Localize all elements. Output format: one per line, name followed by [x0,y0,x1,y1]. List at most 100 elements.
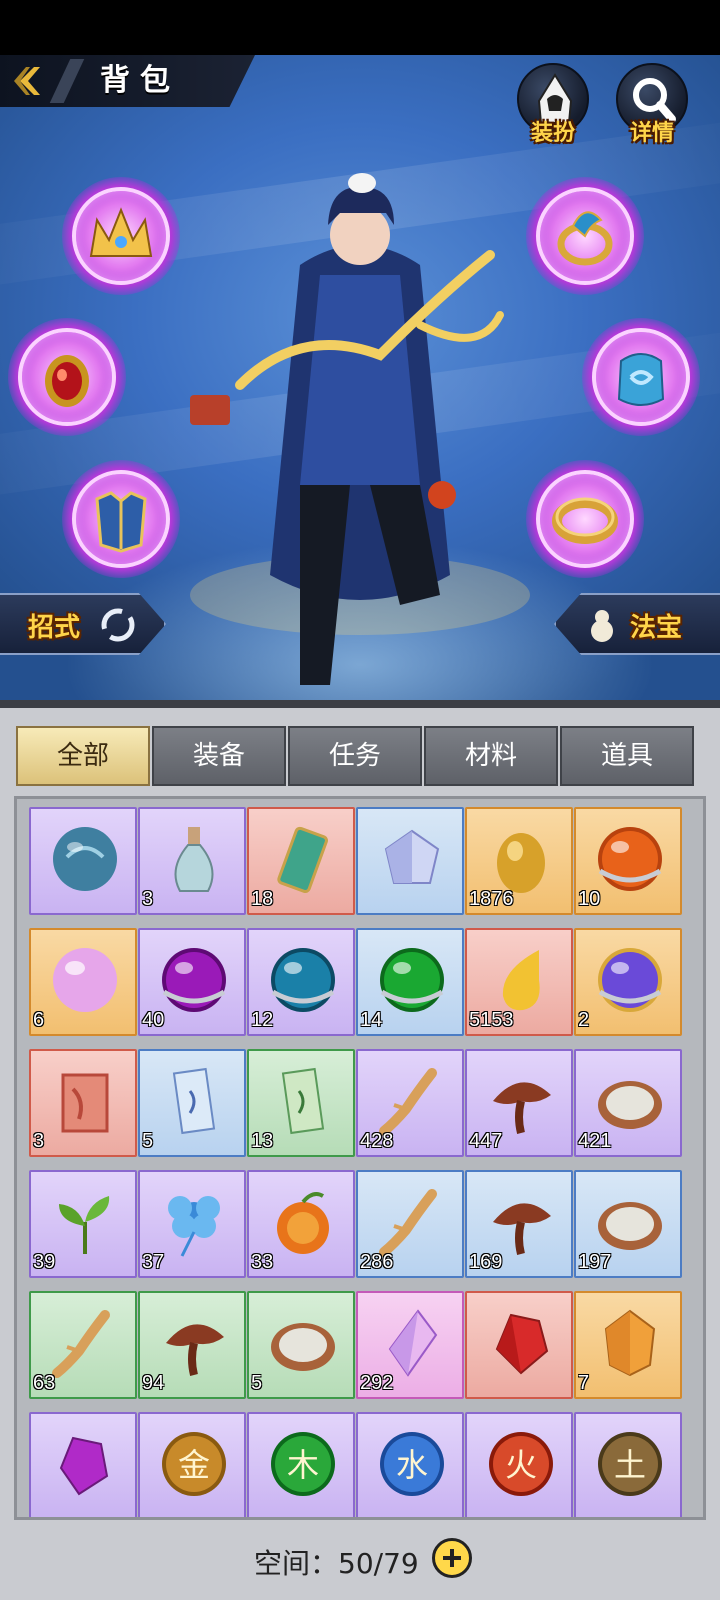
red-banner-icon [61,1073,109,1133]
blue-jade-pendant-icon [617,353,665,406]
inventory-panel: 全部 装备 任务 材料 道具 3 18 1876 10 6 40 12 14 5153 2 3 5 13… [0,700,720,1600]
inventory-item[interactable]: 37 [138,1170,246,1278]
inventory-item[interactable]: 3 [138,807,246,915]
back-button[interactable] [10,63,46,99]
inventory-item[interactable] [29,807,137,915]
equip-slot-armor[interactable] [62,460,180,578]
inventory-item[interactable] [29,1412,137,1517]
inventory-item[interactable]: 39 [29,1170,137,1278]
inventory-item[interactable]: 94 [138,1291,246,1399]
inventory-item[interactable]: 197 [574,1170,682,1278]
equip-slot-amulet[interactable] [8,318,126,436]
inventory-item[interactable]: 18 [247,807,355,915]
tab-materials[interactable]: 材料 [424,726,558,786]
equip-slot-ring[interactable] [526,177,644,295]
tab-all[interactable]: 全部 [16,726,150,786]
expand-capacity-button[interactable] [432,1538,472,1578]
armor-icon [95,491,147,553]
gold-flame-drop-icon [502,950,540,1011]
item-count: 5153 [469,1009,514,1031]
equip-slot-bracelet[interactable] [526,460,644,578]
character-display: 背包 装扮 详情 招式 法宝 [0,55,720,700]
inventory-item[interactable] [465,1291,573,1399]
green-talisman-icon [281,1067,325,1135]
page-title: 背包 [100,63,180,98]
inventory-item[interactable]: 169 [465,1170,573,1278]
inventory-item[interactable]: 33 [247,1170,355,1278]
cosmic-orb-icon [598,948,662,1012]
metal-element-orb-icon: 金 [162,1432,226,1496]
pink-pearl-icon [53,948,117,1012]
item-count: 13 [251,1130,274,1152]
blue-flower-icon [168,1196,220,1257]
item-grid: 3 18 1876 10 6 40 12 14 5153 2 3 5 13 428 447 421 39 37 33… [14,796,706,1520]
inventory-item[interactable]: 13 [247,1049,355,1157]
inventory-item[interactable]: 木 [247,1412,355,1517]
item-count: 33 [251,1251,274,1273]
tab-items[interactable]: 道具 [560,726,694,786]
inventory-item[interactable]: 1876 [465,807,573,915]
item-count: 197 [578,1251,612,1273]
item-count: 18 [251,888,274,910]
tab-equipment[interactable]: 装备 [152,726,286,786]
bag-capacity-value: 50/79 [338,1547,419,1580]
ginseng-root-icon [379,1068,437,1136]
rice-bowl-icon [598,1081,662,1129]
element-glyph: 木 [287,1446,319,1484]
item-count: 3 [33,1130,45,1152]
inventory-item[interactable]: 14 [356,928,464,1036]
teal-orb-icon [271,948,335,1012]
item-count: 3 [142,888,154,910]
inventory-item[interactable]: 火 [465,1412,573,1517]
blue-talisman-icon [172,1067,216,1135]
inventory-item[interactable]: 6 [29,928,137,1036]
costume-button-label: 装扮 [530,121,575,146]
lingzhi-mushroom-icon [493,1203,551,1255]
inventory-item[interactable]: 421 [574,1049,682,1157]
inventory-item[interactable]: 金 [138,1412,246,1517]
treasure-button-label: 法宝 [630,613,683,643]
inventory-item[interactable]: 292 [356,1291,464,1399]
inventory-item[interactable]: 10 [574,807,682,915]
gold-nugget-icon [497,833,545,893]
tab-quest[interactable]: 任务 [288,726,422,786]
inventory-item[interactable]: 63 [29,1291,137,1399]
costume-button[interactable]: 装扮 [515,63,591,147]
ginseng-root-icon [379,1189,437,1257]
inventory-item[interactable]: 2 [574,928,682,1036]
inventory-item[interactable]: 5 [247,1291,355,1399]
blue-spirit-orb-icon [53,827,117,891]
bag-capacity: 空间：50/79 [254,1542,419,1582]
inventory-item[interactable]: 5 [138,1049,246,1157]
inventory-item[interactable]: 286 [356,1170,464,1278]
treasure-button[interactable]: 法宝 [554,593,720,655]
inventory-item[interactable]: 428 [356,1049,464,1157]
element-glyph: 土 [614,1446,646,1484]
equip-slot-helmet[interactable] [62,177,180,295]
item-count: 286 [360,1251,394,1273]
inventory-item[interactable]: 5153 [465,928,573,1036]
element-glyph: 火 [505,1446,537,1484]
swirl-icon [101,608,135,642]
inventory-item[interactable]: 水 [356,1412,464,1517]
item-count: 292 [360,1372,394,1394]
inventory-item[interactable]: 土 [574,1412,682,1517]
inventory-item[interactable]: 40 [138,928,246,1036]
details-button[interactable]: 详情 [614,63,690,147]
inventory-item[interactable] [356,807,464,915]
inventory-item[interactable]: 7 [574,1291,682,1399]
back-arrow-icon [14,67,40,95]
bag-footer: 空间：50/79 [0,1520,720,1600]
lingzhi-mushroom-icon [166,1324,224,1376]
amber-gem-icon [604,1309,656,1377]
fire-element-orb-icon: 火 [489,1432,553,1496]
golden-crown-icon [89,207,153,257]
peacock-ring-icon [557,211,613,266]
inventory-item[interactable]: 447 [465,1049,573,1157]
character-figure [190,173,530,685]
inventory-item[interactable]: 12 [247,928,355,1036]
moves-button[interactable]: 招式 [0,593,166,655]
item-count: 5 [142,1130,154,1152]
equip-slot-pendant[interactable] [582,318,700,436]
inventory-item[interactable]: 3 [29,1049,137,1157]
